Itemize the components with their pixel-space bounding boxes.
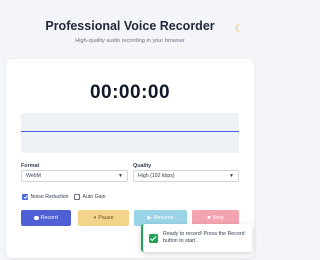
page-title: Professional Voice Recorder (45, 19, 215, 33)
noise-reduction-label: Noise Reduction (30, 194, 69, 200)
auto-gain-label: Auto Gain (82, 194, 106, 200)
toast-message: Ready to record! Press the Record button… (163, 231, 245, 244)
toast-notification: Ready to record! Press the Record button… (141, 224, 252, 252)
pause-button-label: Pause (98, 215, 114, 221)
stop-icon: ■ (207, 215, 211, 221)
pause-button[interactable]: ⏸ Pause (78, 210, 129, 226)
auto-gain-option[interactable]: Auto Gain (74, 194, 106, 200)
noise-reduction-option[interactable]: Noise Reduction (22, 194, 69, 200)
record-dot-icon (34, 215, 39, 221)
chevron-down-icon: ▼ (118, 173, 123, 179)
moon-icon[interactable]: ☾ (233, 23, 245, 35)
resume-button-label: Resume (153, 215, 174, 221)
stop-button-label: Stop (212, 215, 224, 221)
quality-select-value: High (192 kbps) (138, 173, 175, 179)
format-select[interactable]: WebM ▼ (21, 170, 128, 182)
format-select-value: WebM (26, 173, 41, 179)
auto-gain-checkbox[interactable] (74, 194, 80, 200)
check-icon (149, 233, 158, 243)
waveform-visualizer (21, 113, 239, 153)
quality-label: Quality (133, 163, 152, 169)
quality-select[interactable]: High (192 kbps) ▼ (133, 170, 239, 182)
record-button-label: Record (40, 215, 58, 221)
pause-icon: ⏸ (93, 214, 97, 221)
chevron-down-icon: ▼ (229, 173, 234, 179)
record-button[interactable]: Record (21, 210, 71, 226)
waveform-baseline (21, 131, 239, 132)
format-label: Format (21, 163, 40, 169)
noise-reduction-checkbox[interactable] (22, 194, 28, 200)
timer-display: 00:00:00 (89, 82, 171, 103)
page-subtitle: High-quality audio recording in your bro… (75, 38, 185, 44)
play-icon: ▶ (147, 215, 152, 221)
